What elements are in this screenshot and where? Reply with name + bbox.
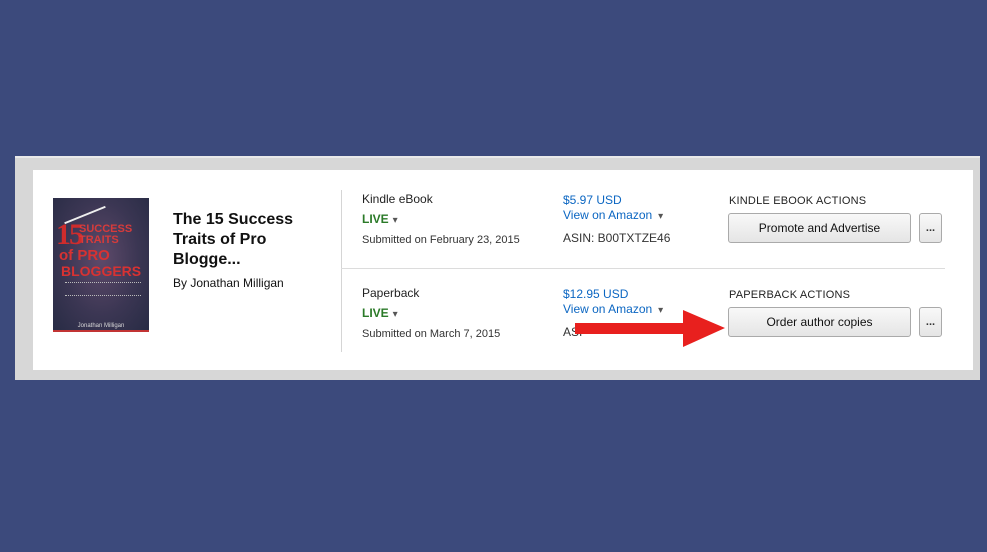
- format-name-kindle: Kindle eBook: [362, 192, 433, 206]
- cover-line2-text: TRAITS: [79, 234, 119, 246]
- chevron-down-icon: ▾: [392, 309, 398, 320]
- actions-label-kindle: KINDLE EBOOK ACTIONS: [729, 195, 867, 207]
- arrow-head: [683, 310, 725, 347]
- price-kindle: $5.97 USD: [563, 193, 622, 207]
- row-divider: [341, 268, 945, 269]
- content-frame: 15 SUCCESS TRAITS of PRO BLOGGERS Jonath…: [15, 156, 980, 380]
- cover-subtitle-lines: [65, 282, 141, 296]
- promote-and-advertise-button[interactable]: Promote and Advertise: [728, 213, 911, 243]
- book-cover-image[interactable]: 15 SUCCESS TRAITS of PRO BLOGGERS Jonath…: [53, 198, 149, 332]
- book-title[interactable]: The 15 Success Traits of Pro Blogge...: [173, 210, 301, 270]
- format-name-paperback: Paperback: [362, 286, 420, 300]
- vertical-divider: [341, 190, 342, 352]
- submitted-date-paperback: Submitted on March 7, 2015: [362, 328, 501, 340]
- price-paperback: $12.95 USD: [563, 287, 629, 301]
- red-arrow-icon: [575, 310, 725, 347]
- cover-line3: of PRO: [59, 247, 110, 264]
- book-card: 15 SUCCESS TRAITS of PRO BLOGGERS Jonath…: [33, 170, 973, 370]
- more-actions-button-kindle[interactable]: ...: [919, 213, 942, 243]
- status-kindle[interactable]: LIVE ▾: [362, 212, 398, 226]
- status-paperback[interactable]: LIVE ▾: [362, 306, 398, 320]
- more-actions-button-paperback[interactable]: ...: [919, 307, 942, 337]
- cover-author: Jonathan Milligan: [77, 323, 125, 329]
- submitted-date-kindle: Submitted on February 23, 2015: [362, 234, 520, 246]
- cover-stripe: [53, 330, 149, 332]
- status-label: LIVE: [362, 212, 389, 226]
- chevron-down-icon: ▾: [658, 211, 664, 222]
- arrow-shaft: [575, 323, 687, 334]
- view-on-amazon-kindle[interactable]: View on Amazon ▾: [563, 208, 663, 222]
- cover-line1: SUCCESS TRAITS: [79, 224, 132, 246]
- order-author-copies-button[interactable]: Order author copies: [728, 307, 911, 337]
- asin-kindle: ASIN: B00TXTZE46: [563, 231, 671, 245]
- status-label: LIVE: [362, 306, 389, 320]
- cover-number: 15: [56, 218, 84, 251]
- cover-line4: BLOGGERS: [61, 263, 142, 279]
- view-link-label: View on Amazon: [563, 208, 653, 222]
- chevron-down-icon: ▾: [392, 215, 398, 226]
- book-author: By Jonathan Milligan: [173, 276, 284, 290]
- actions-label-paperback: PAPERBACK ACTIONS: [729, 289, 851, 301]
